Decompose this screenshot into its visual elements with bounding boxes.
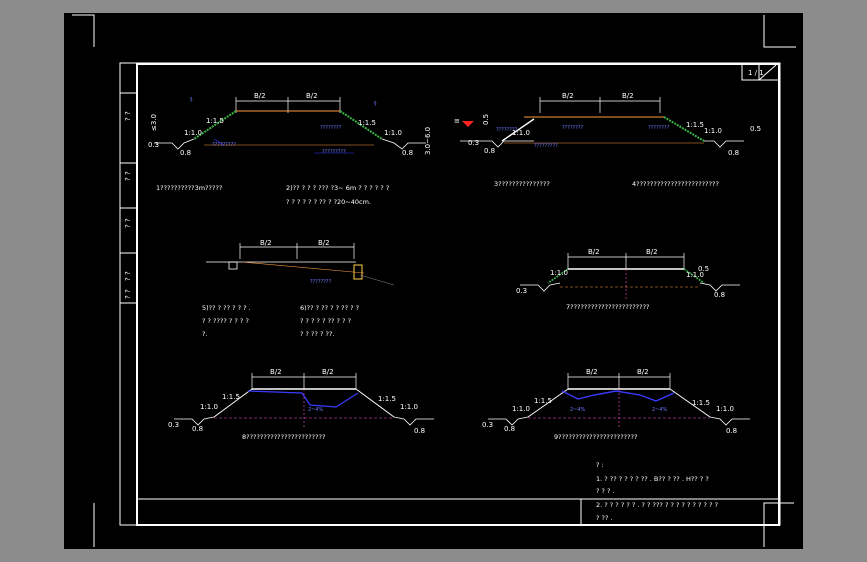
fig8-slope-right: 1:1.5 xyxy=(378,395,396,403)
fig8-depth-08-right: 0.8 xyxy=(414,427,425,435)
fig3-blue-label-d: ????????? xyxy=(534,143,558,149)
fig3-slope-right: 1:1.5 xyxy=(686,121,704,129)
notes-heading: ? : xyxy=(596,461,604,469)
fig7-halfwidth-right: B/2 xyxy=(646,248,658,256)
figure-9-section: B/2 B/2 1:1.5 1:1.5 1:1.0 1:1.0 2~4% 2~4… xyxy=(482,368,750,435)
fig9-halfwidth-right: B/2 xyxy=(637,368,649,376)
fig1-height-right: 3.0~6.0 xyxy=(424,127,432,155)
fig3-slope-left: 1:1.0 xyxy=(512,129,530,137)
fig1-slope-left: 1:1.5 xyxy=(206,117,224,125)
fig5-caption-line2: ? ? ???? ? ? ? ? xyxy=(202,317,249,325)
fig9-halfwidth-left: B/2 xyxy=(586,368,598,376)
fig9-caption: 9??????????????????????? xyxy=(554,433,637,441)
fig8-crossfall: 2~4% xyxy=(308,407,324,413)
fig5-halfwidth-right: B/2 xyxy=(318,239,330,247)
fig9-depth-03: 0.3 xyxy=(482,421,493,429)
fig5-caption-line1: 5)?? ? ?? ? ? ? . xyxy=(202,304,251,312)
figure-5-6-section: B/2 B/2 ???????? xyxy=(206,239,395,286)
fig8-depth-03: 0.3 xyxy=(168,421,179,429)
fig7-slope-left: 1:1.0 xyxy=(550,269,568,277)
fig3-height-left: 0.5 xyxy=(482,114,490,125)
title-block: 1 / 1 xyxy=(741,63,780,81)
fig9-depth-08-left: 0.8 xyxy=(504,425,515,433)
fig1-halfwidth-left: B/2 xyxy=(254,92,266,100)
figure-3-4-section: B/2 B/2 ≡ ???????? ???????? ???????? ???… xyxy=(454,92,761,157)
fig8-berm-left: 1:1.0 xyxy=(200,403,218,411)
side-label-1: ? ? xyxy=(124,111,132,121)
fig8-berm-right: 1:1.0 xyxy=(400,403,418,411)
fig5-halfwidth-left: B/2 xyxy=(260,239,272,247)
side-label-2: ? ? xyxy=(124,171,132,181)
fig3-depth-03: 0.3 xyxy=(468,139,479,147)
side-label-4: ? ? xyxy=(124,271,132,281)
side-strip: ? ? ? ? ? ? ? ? ? ? xyxy=(120,92,137,304)
fig9-berm-right: 1:1.0 xyxy=(716,405,734,413)
outer-frame xyxy=(119,62,781,526)
notes-block: ? : 1. ? ?? ? ? ? ? ?? . B?? ? ?? . H?? … xyxy=(596,461,718,522)
fig3-blue-label-c: ???????? xyxy=(648,125,670,131)
fig7-halfwidth-left: B/2 xyxy=(588,248,600,256)
figure-7-section: B/2 B/2 1:1.0 1:1.0 0.5 0.3 0.8 xyxy=(516,248,740,299)
fig8-depth-08-left: 0.8 xyxy=(192,425,203,433)
fig2-caption-line1: 2)?? ? ? ? ??? ?3~ 6m ? ? ? ? ? ? xyxy=(286,184,389,192)
cad-drawing: 1 / 1 ? ? ? ? ? ? ? ? ? ? B/2 B/2 1:1.5 … xyxy=(72,14,796,547)
inner-frame xyxy=(136,63,780,526)
fig7-caption: 7??????????????????????? xyxy=(566,303,649,311)
fig6-caption-line2: ? ? ? ? ? ?? ? ? ? xyxy=(300,317,351,325)
fig3-blue-label-b: ???????? xyxy=(562,125,584,131)
fig5-caption-line3: ?. xyxy=(202,330,208,338)
fig1-marker-right: § xyxy=(374,101,377,107)
fig9-slope-left: 1:1.5 xyxy=(534,397,552,405)
fig9-slope-right: 1:1.5 xyxy=(692,399,710,407)
side-label-5: ? ? xyxy=(124,289,132,299)
fig9-depth-08-right: 0.8 xyxy=(726,427,737,435)
fig2-caption-line2: ? ? ? ? ? ? ?? ? ?20~40cm. xyxy=(286,198,371,206)
fig8-slope-left: 1:1.5 xyxy=(222,393,240,401)
fig7-depth-03: 0.3 xyxy=(516,287,527,295)
fig1-blue-label-a: ????????? xyxy=(212,142,236,148)
fig1-blue-label-c: ????????? xyxy=(322,149,346,155)
fig1-berm-right: 1:1.0 xyxy=(384,129,402,137)
fig6-caption-line3: ? ? ?? ? ??. xyxy=(300,330,334,338)
fig8-caption: 8??????????????????????? xyxy=(242,433,325,441)
fig9-crossfall-right: 2~4% xyxy=(652,407,668,413)
fig1-depth-left: 0.3 xyxy=(148,141,159,149)
fig7-depth-05: 0.5 xyxy=(698,265,709,273)
fig9-crossfall-left: 2~4% xyxy=(570,407,586,413)
fig1-blue-label-b: ???????? xyxy=(320,125,342,131)
fig8-halfwidth-left: B/2 xyxy=(270,368,282,376)
fig1-halfwidth-right: B/2 xyxy=(306,92,318,100)
fig9-berm-left: 1:1.0 xyxy=(512,405,530,413)
notes-line-1: 1. ? ?? ? ? ? ? ?? . B?? ? ?? . H?? ? ? xyxy=(596,475,709,483)
cad-viewport[interactable]: 1 / 1 ? ? ? ? ? ? ? ? ? ? B/2 B/2 1:1.5 … xyxy=(64,13,803,549)
fig5-blue-label: ???????? xyxy=(310,279,332,285)
fig3-depth-08-left: 0.8 xyxy=(484,147,495,155)
fig1-slope-right: 1:1.5 xyxy=(358,119,376,127)
notes-line-2: ? ? ? . xyxy=(596,487,615,495)
notes-line-3: 2. ? ? ? ? ? ? . ? ? ??? ? ? ? ? ? ? ? ?… xyxy=(596,501,718,509)
fig1-height-left: ≤3.0 xyxy=(150,114,158,131)
fig3-halfwidth-left: B/2 xyxy=(562,92,574,100)
fig3-halfwidth-right: B/2 xyxy=(622,92,634,100)
side-label-3: ? ? xyxy=(124,218,132,228)
fig4-caption: 4???????????????????????? xyxy=(632,180,719,188)
fig3-depth-08-right: 0.8 xyxy=(728,149,739,157)
fig1-depth-08-right: 0.8 xyxy=(402,149,413,157)
figure-1-section: B/2 B/2 1:1.5 1:1.5 1:1.0 1:1.0 0.3 0.8 … xyxy=(148,92,432,157)
figure-8-section: B/2 B/2 1:1.5 1:1.5 1:1.0 1:1.0 2~4% 0.3… xyxy=(168,368,434,435)
fig8-halfwidth-right: B/2 xyxy=(322,368,334,376)
fig3-berm-right: 1:1.0 xyxy=(704,127,722,135)
sheet-label: 1 / 1 xyxy=(748,69,764,77)
fig3-depth-05: 0.5 xyxy=(750,125,761,133)
notes-line-4: ? ?? . xyxy=(596,514,613,522)
corner-marks xyxy=(72,14,796,547)
fig6-caption-line1: 6)?? ? ?? ? ? ?? ? ? xyxy=(300,304,359,312)
fig1-marker-left: § xyxy=(190,97,193,103)
fig1-berm-left: 1:1.0 xyxy=(184,129,202,137)
fig1-depth-08-left: 0.8 xyxy=(180,149,191,157)
fig3-marker-text: ≡ xyxy=(454,117,460,125)
fig3-caption: 3??????????????? xyxy=(494,180,550,188)
fig7-depth-08: 0.8 xyxy=(714,291,725,299)
fig1-caption: 1??????????3m????? xyxy=(156,184,222,192)
